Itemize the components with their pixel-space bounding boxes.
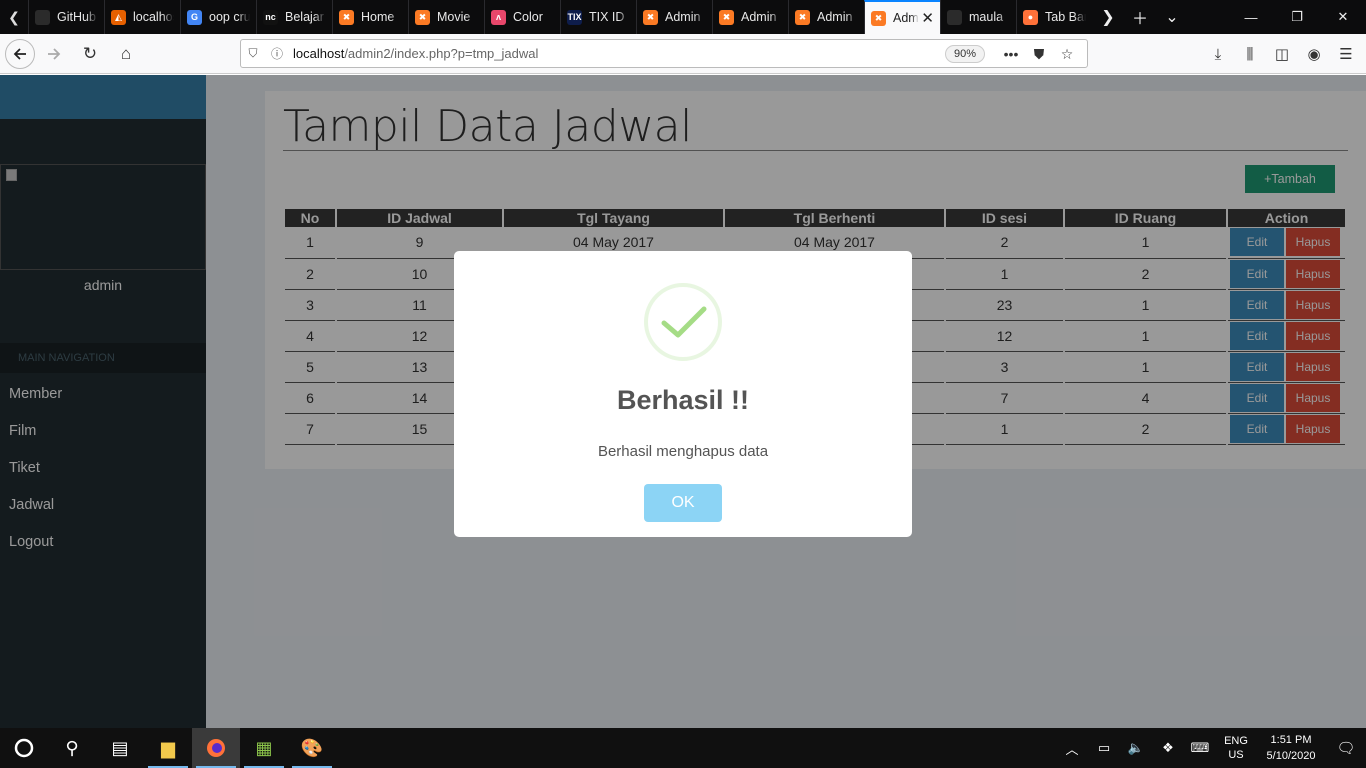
browser-tab[interactable]: GitHub (28, 0, 104, 34)
tab-favicon-icon: TIX (567, 9, 582, 25)
tab-favicon-icon: ✖ (643, 9, 658, 25)
cortana-icon[interactable] (0, 728, 48, 768)
keyboard-icon[interactable]: ⌨ (1184, 740, 1216, 756)
home-icon[interactable]: ⌂ (109, 38, 143, 70)
tab-label: localhost (133, 10, 174, 24)
tab-label: maula (969, 10, 1004, 24)
page-actions-icon[interactable]: ••• (997, 43, 1025, 65)
tab-label: Movie (437, 10, 471, 24)
address-bar[interactable]: ⛉ ⓘ localhost/admin2/index.php?p=tmp_jad… (240, 39, 1088, 68)
tab-favicon-icon (35, 9, 50, 25)
language-region: US (1228, 749, 1244, 761)
downloads-icon[interactable]: ⤓ (1202, 38, 1234, 70)
new-tab-icon[interactable]: ＋ (1124, 0, 1156, 34)
browser-tab[interactable]: Goop crud (180, 0, 256, 34)
tab-label: Tab Baru (1045, 10, 1086, 24)
back-arrow-icon[interactable] (5, 38, 35, 69)
tab-favicon-icon: G (187, 9, 202, 25)
browser-tab[interactable]: maula (940, 0, 1016, 34)
dialog-message: Berhasil menghapus data (597, 443, 769, 460)
tab-scroll-right-icon[interactable]: ❯ (1092, 0, 1124, 34)
paint-icon[interactable]: 🎨 (288, 728, 336, 768)
clock-date: 5/10/2020 (1266, 750, 1316, 762)
tab-close-icon[interactable]: ✕ (921, 9, 934, 27)
language-indicator[interactable]: ENG US (1216, 734, 1256, 762)
firefox-icon[interactable] (192, 728, 240, 768)
tab-favicon-icon: ✖ (871, 10, 886, 26)
tab-favicon-icon (947, 9, 962, 25)
success-dialog: Berhasil !! Berhasil menghapus data OK (454, 251, 912, 537)
search-icon[interactable]: ⚲ (48, 728, 96, 768)
browser-tab[interactable]: TIX TIX ID (560, 0, 636, 34)
tracking-shield-icon[interactable]: ⛉ (241, 46, 265, 61)
tab-label: Admin (817, 10, 853, 24)
pocket-icon[interactable]: ⛊ (1025, 43, 1053, 65)
tab-label: Belajar (285, 10, 324, 24)
zoom-level-badge[interactable]: 90% (944, 45, 985, 63)
success-check-icon (644, 283, 722, 361)
browser-tab[interactable]: ● Tab Baru (1016, 0, 1092, 34)
ok-button[interactable]: OK (644, 484, 722, 522)
dropbox-icon[interactable]: ❖ (1152, 740, 1184, 756)
browser-tab[interactable]: ✖ Admin (636, 0, 712, 34)
tab-label: Admin (741, 10, 777, 24)
system-clock[interactable]: 1:51 PM 5/10/2020 (1256, 732, 1326, 764)
tab-favicon-icon: ✖ (795, 9, 810, 25)
volume-icon[interactable]: 🔈 (1120, 740, 1152, 756)
browser-tab-bar: ❮ GitHub ◭ localhost Goop crud nc Belajar ✖ Hom… (0, 0, 1366, 34)
bookmark-star-icon[interactable]: ☆ (1053, 43, 1081, 65)
restore-icon[interactable]: ❐ (1274, 0, 1320, 34)
tab-label: oop crud (209, 10, 250, 24)
tab-favicon-icon: ✖ (415, 9, 430, 25)
tab-list-chevron-icon[interactable]: ⌄ (1156, 0, 1188, 34)
browser-tab[interactable]: ʌ Color (484, 0, 560, 34)
browser-tab[interactable]: ✖ Movie (408, 0, 484, 34)
windows-taskbar: ⚲ ▤ ▆ ▦ 🎨 ︿ ▭ 🔈 ❖ ⌨ ENG US 1:51 PM 5/10/… (0, 728, 1366, 768)
tab-favicon-icon: ◭ (111, 9, 126, 25)
battery-icon[interactable]: ▭ (1088, 740, 1120, 756)
tab-scroll-left-icon[interactable]: ❮ (0, 0, 28, 34)
language-code: ENG (1224, 735, 1248, 747)
task-view-icon[interactable]: ▤ (96, 728, 144, 768)
tab-favicon-icon: ✖ (719, 9, 734, 25)
browser-tab[interactable]: ✖ Admin (788, 0, 864, 34)
browser-tab[interactable]: ✖ Admin✕ (864, 0, 940, 34)
menu-hamburger-icon[interactable]: ☰ (1330, 38, 1362, 70)
tab-label: TIX ID (589, 10, 625, 24)
browser-tab[interactable]: ✖ Home (332, 0, 408, 34)
window-close-icon[interactable]: ✕ (1320, 0, 1366, 34)
browser-nav-bar: ↻ ⌂ ⛉ ⓘ localhost/admin2/index.php?p=tmp… (0, 34, 1366, 74)
forward-arrow-icon[interactable] (37, 38, 71, 70)
show-hidden-icons-chevron-icon[interactable]: ︿ (1056, 739, 1088, 758)
tab-favicon-icon: ✖ (339, 9, 354, 25)
reload-icon[interactable]: ↻ (73, 38, 107, 70)
browser-tab[interactable]: ◭ localhost (104, 0, 180, 34)
browser-tab[interactable]: nc Belajar (256, 0, 332, 34)
account-icon[interactable]: ◉ (1298, 38, 1330, 70)
tab-label: Home (361, 10, 395, 24)
tab-label: GitHub (57, 10, 96, 24)
tab-favicon-icon: nc (263, 9, 278, 25)
tab-favicon-icon: ● (1023, 9, 1038, 25)
tab-label: Color (513, 10, 543, 24)
url-host: localhost (293, 46, 345, 61)
library-icon[interactable]: ⫼ (1234, 38, 1266, 70)
url-text[interactable]: localhost/admin2/index.php?p=tmp_jadwal (293, 46, 538, 61)
site-info-icon[interactable]: ⓘ (265, 45, 289, 62)
tab-label: Admin (893, 11, 919, 25)
sidebar-toggle-icon[interactable]: ◫ (1266, 38, 1298, 70)
browser-tab[interactable]: ✖ Admin (712, 0, 788, 34)
dialog-title: Berhasil !! (616, 385, 750, 415)
minimize-icon[interactable]: — (1228, 0, 1274, 34)
tab-label: Admin (665, 10, 701, 24)
clock-time: 1:51 PM (1270, 734, 1312, 746)
tab-strip: GitHub◭localhostGoop crudncBelajar✖Home✖… (28, 0, 1092, 34)
tab-favicon-icon: ʌ (491, 9, 506, 25)
file-explorer-icon[interactable]: ▆ (144, 728, 192, 768)
url-path: /admin2/index.php?p=tmp_jadwal (344, 46, 539, 61)
notepad-plus-icon[interactable]: ▦ (240, 728, 288, 768)
action-center-icon[interactable]: 🗨 (1326, 739, 1366, 757)
